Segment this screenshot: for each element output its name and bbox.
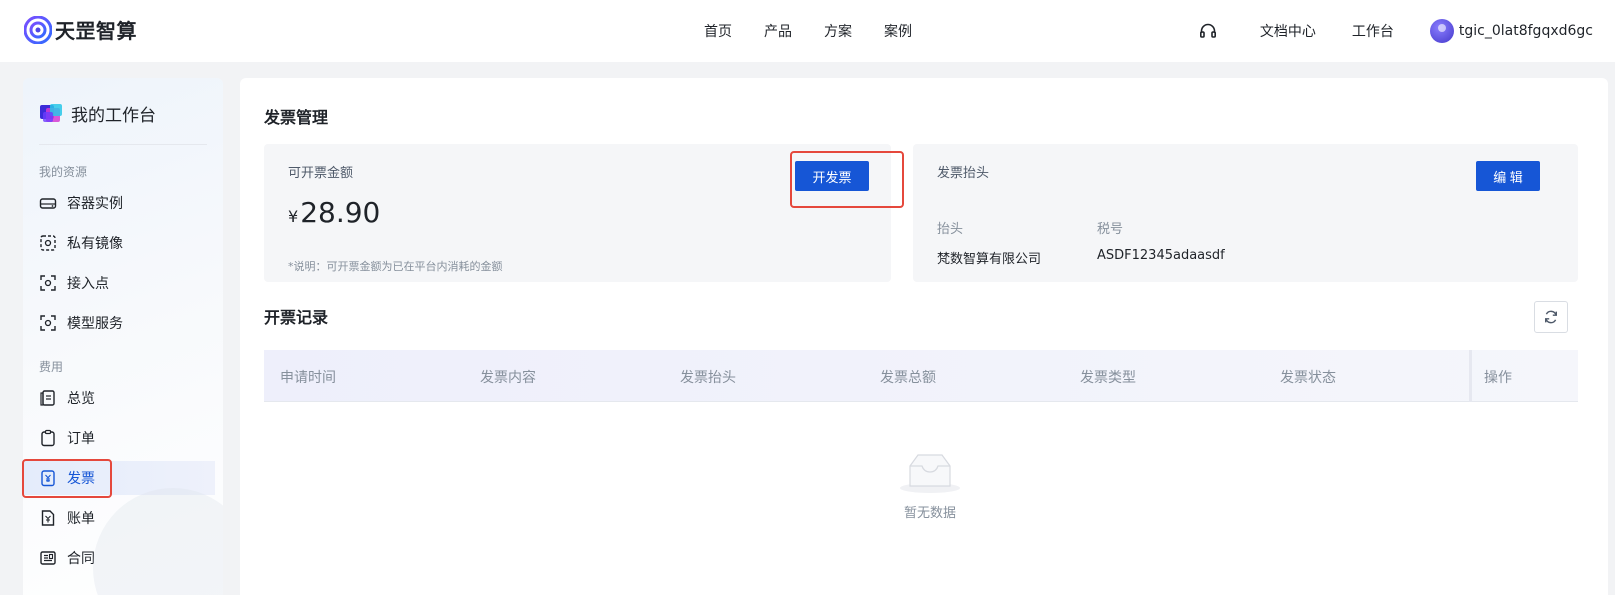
order-icon xyxy=(41,429,55,447)
invoiceable-amount-panel: 可开票金额 ¥ 28.90 *说明：可开票金额为已在平台内消耗的金额 开发票 xyxy=(264,144,891,282)
refresh-button[interactable] xyxy=(1534,301,1568,333)
empty-text: 暂无数据 xyxy=(903,506,956,521)
top-navbar: 天罡智算 首页 产品 方案 案例 文档中心 工作台 tgic_0lat8fgqx… xyxy=(0,0,1615,62)
sidebar-item-endpoints[interactable]: 接入点 xyxy=(23,266,215,300)
main-content: 发票管理 可开票金额 ¥ 28.90 *说明：可开票金额为已在平台内消耗的金额 … xyxy=(240,78,1608,595)
sidebar-item-label: 账单 xyxy=(67,511,95,527)
column-header: 发票类型 xyxy=(1080,370,1136,386)
sidebar-item-overview[interactable]: 总览 xyxy=(23,381,215,415)
currency-symbol: ¥ xyxy=(288,207,299,226)
amount-value: 28.90 xyxy=(300,196,381,229)
sidebar: 我的工作台 我的资源 容器实例 私有镜像 接入点 模型服务 费用 总览 订单 发… xyxy=(23,78,223,595)
headset-icon[interactable] xyxy=(1198,21,1218,41)
sidebar-item-model-services[interactable]: 模型服务 xyxy=(23,306,215,340)
nav-workspace[interactable]: 工作台 xyxy=(1352,21,1394,41)
field-key-tax-id: 税号 xyxy=(1097,222,1124,237)
model-service-icon xyxy=(40,315,56,331)
user-nav: 文档中心 工作台 tgic_0lat8fgqxd6gc xyxy=(1198,0,1593,62)
sidebar-item-label: 接入点 xyxy=(67,276,109,292)
bill-icon xyxy=(41,510,55,526)
sidebar-item-orders[interactable]: 订单 xyxy=(23,421,215,455)
field-value-tax-id: ASDF12345adaasdf xyxy=(1097,248,1225,263)
sidebar-item-images[interactable]: 私有镜像 xyxy=(23,226,215,260)
sidebar-item-label: 私有镜像 xyxy=(67,236,123,252)
column-header: 申请时间 xyxy=(280,370,336,386)
nav-products[interactable]: 产品 xyxy=(764,21,792,41)
main-nav: 首页 产品 方案 案例 xyxy=(704,21,944,41)
page-title: 发票管理 xyxy=(264,108,329,127)
refresh-icon xyxy=(1545,310,1557,324)
fixed-column-divider xyxy=(1469,350,1472,402)
field-key-title: 抬头 xyxy=(937,222,964,237)
username[interactable]: tgic_0lat8fgqxd6gc xyxy=(1459,23,1593,39)
invoice-header-panel: 发票抬头 编 辑 抬头 梵数智算有限公司 税号 ASDF12345adaasdf xyxy=(913,144,1578,282)
image-mirror-icon xyxy=(40,235,56,251)
nav-docs[interactable]: 文档中心 xyxy=(1260,21,1316,41)
sidebar-item-label: 发票 xyxy=(67,471,95,487)
amount-note: *说明：可开票金额为已在平台内消耗的金额 xyxy=(288,260,503,273)
invoice-header-label: 发票抬头 xyxy=(937,166,990,181)
column-header: 发票状态 xyxy=(1280,370,1336,386)
avatar[interactable] xyxy=(1429,19,1454,43)
column-header: 发票内容 xyxy=(480,370,536,386)
nav-solutions[interactable]: 方案 xyxy=(824,21,852,41)
edit-button[interactable]: 编 辑 xyxy=(1476,161,1540,191)
records-table-header: 申请时间 发票内容 发票抬头 发票总额 发票类型 发票状态 操作 xyxy=(264,350,1578,402)
column-header: 发票总额 xyxy=(880,370,936,386)
invoice-icon xyxy=(41,470,55,487)
invoiceable-amount-label: 可开票金额 xyxy=(288,166,354,181)
sidebar-item-containers[interactable]: 容器实例 xyxy=(23,186,215,220)
group-label-resources: 我的资源 xyxy=(39,165,88,179)
field-value-title: 梵数智算有限公司 xyxy=(937,252,1042,267)
records-title: 开票记录 xyxy=(264,308,329,327)
server-icon xyxy=(39,198,57,209)
workspace-logo-icon xyxy=(40,103,62,122)
issue-invoice-button[interactable]: 开发票 xyxy=(795,161,869,191)
workspace-header: 我的工作台 xyxy=(39,101,156,126)
sidebar-item-label: 模型服务 xyxy=(67,316,123,332)
brand-name: 天罡智算 xyxy=(55,19,137,43)
column-header: 操作 xyxy=(1484,370,1512,386)
group-label-billing: 费用 xyxy=(39,360,64,374)
column-header: 发票抬头 xyxy=(680,370,736,386)
nav-cases[interactable]: 案例 xyxy=(884,21,912,41)
brand-logo[interactable]: 天罡智算 xyxy=(24,15,137,44)
invoiceable-amount: ¥ 28.90 xyxy=(288,196,380,229)
sidebar-divider xyxy=(39,144,207,145)
sidebar-item-label: 总览 xyxy=(67,391,95,407)
sidebar-item-bills[interactable]: 账单 xyxy=(23,501,215,535)
sidebar-item-label: 容器实例 xyxy=(67,196,123,212)
brand-logo-icon xyxy=(24,15,52,44)
workspace-title: 我的工作台 xyxy=(71,106,156,126)
sidebar-item-contracts[interactable]: 合同 xyxy=(23,541,215,575)
empty-box-icon xyxy=(900,454,960,493)
sidebar-item-invoices[interactable]: 发票 xyxy=(23,461,215,495)
nav-home[interactable]: 首页 xyxy=(704,21,732,41)
endpoint-icon xyxy=(40,275,56,291)
contract-icon xyxy=(40,551,56,565)
sidebar-item-label: 合同 xyxy=(67,551,95,567)
clipboard-icon xyxy=(40,390,55,406)
empty-state: 暂无数据 xyxy=(887,452,973,521)
sidebar-item-label: 订单 xyxy=(67,431,95,447)
